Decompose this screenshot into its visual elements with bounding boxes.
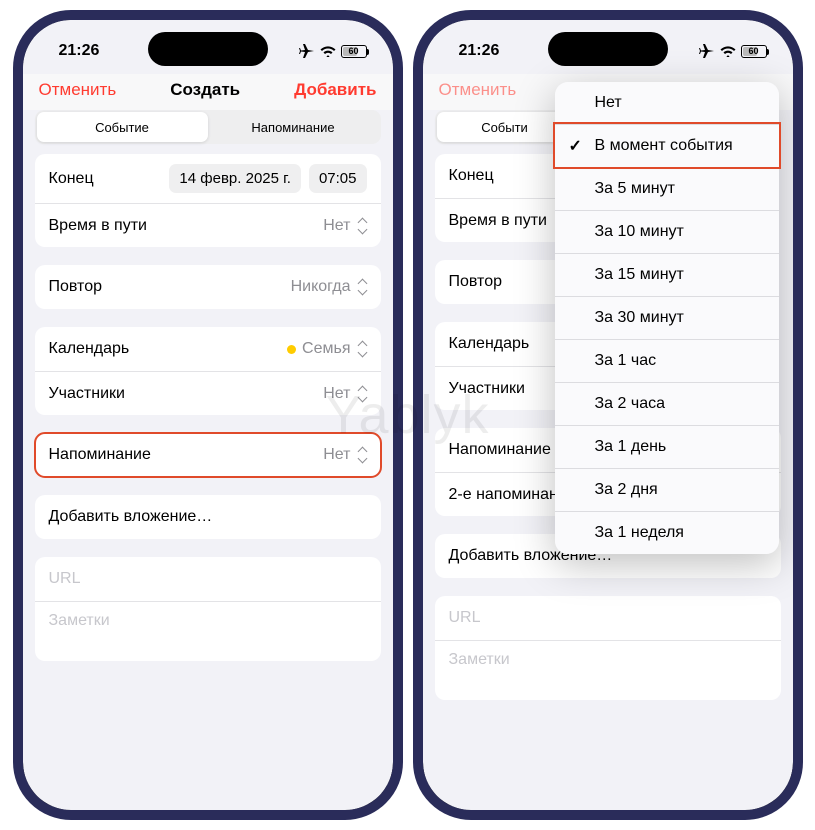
chevron-updown-icon: [357, 448, 367, 462]
chevron-updown-icon: [357, 387, 367, 401]
group-attachment: Добавить вложение…: [35, 495, 381, 539]
chevron-updown-icon: [357, 342, 367, 356]
row-calendar[interactable]: Календарь Семья: [35, 327, 381, 371]
nav-bar: Отменить Создать Добавить: [23, 74, 393, 110]
segmented-control[interactable]: Событи: [435, 110, 575, 144]
row-end[interactable]: Конец 14 февр. 2025 г. 07:05: [35, 154, 381, 203]
alert-option[interactable]: За 1 день: [555, 425, 779, 468]
participants-label: Участники: [49, 385, 125, 403]
alert-option[interactable]: Нет: [555, 82, 779, 124]
segment-event[interactable]: Событие: [37, 112, 208, 142]
battery-icon: 60: [741, 45, 767, 58]
travel-label: Время в пути: [449, 212, 547, 230]
participants-label: Участники: [449, 380, 525, 398]
group-time: Конец 14 февр. 2025 г. 07:05 Время в пут…: [35, 154, 381, 247]
add-button[interactable]: Добавить: [294, 80, 376, 100]
repeat-label: Повтор: [449, 273, 503, 291]
calendar-label: Календарь: [449, 335, 530, 353]
row-repeat[interactable]: Повтор Никогда: [35, 265, 381, 309]
screen-right: 21:26 60 Отменить ь Событи Конец: [423, 20, 793, 810]
row-end[interactable]: Конец: [435, 154, 570, 198]
alert-option[interactable]: За 1 неделя: [555, 511, 779, 554]
group-repeat: Повтор: [435, 260, 570, 304]
status-icons: 60: [299, 43, 367, 59]
wifi-icon: [320, 45, 336, 57]
notes-placeholder: Заметки: [449, 651, 510, 669]
row-url[interactable]: URL: [435, 596, 781, 640]
end-label: Конец: [49, 170, 94, 188]
alert-label: Напоминание: [449, 441, 551, 459]
calendar-label: Календарь: [49, 340, 130, 358]
airplane-icon: [699, 43, 715, 59]
calendar-dot-icon: [287, 345, 296, 354]
alert-option[interactable]: За 2 часа: [555, 382, 779, 425]
wifi-icon: [720, 45, 736, 57]
chevron-updown-icon: [357, 280, 367, 294]
chevron-updown-icon: [357, 219, 367, 233]
row-travel-time[interactable]: Время в пути: [435, 198, 570, 242]
alert-option[interactable]: За 10 минут: [555, 210, 779, 253]
status-bar: 21:26 60: [23, 20, 393, 74]
group-time: Конец Время в пути: [435, 154, 570, 242]
row-travel-time[interactable]: Время в пути Нет: [35, 203, 381, 247]
repeat-value: Никогда: [291, 278, 351, 296]
screen-left: 21:26 60 Отменить Создать Добавить Событ…: [23, 20, 393, 810]
alert-option[interactable]: За 30 минут: [555, 296, 779, 339]
battery-icon: 60: [341, 45, 367, 58]
status-icons: 60: [699, 43, 767, 59]
group-calendar: Календарь Участники: [435, 322, 570, 410]
alert-label: Напоминание: [49, 446, 151, 464]
travel-label: Время в пути: [49, 217, 147, 235]
alert-option[interactable]: За 2 дня: [555, 468, 779, 511]
calendar-value: Семья: [302, 340, 350, 358]
repeat-label: Повтор: [49, 278, 103, 296]
segment-event[interactable]: Событи: [437, 112, 573, 142]
alert-option[interactable]: В момент события: [555, 124, 779, 167]
end-label: Конец: [449, 167, 494, 185]
status-time: 21:26: [59, 42, 100, 60]
url-placeholder: URL: [49, 570, 81, 588]
status-bar: 21:26 60: [423, 20, 793, 74]
phone-left: 21:26 60 Отменить Создать Добавить Событ…: [13, 10, 403, 820]
group-notes: URL Заметки: [435, 596, 781, 700]
alert-option[interactable]: За 5 минут: [555, 167, 779, 210]
group-calendar: Календарь Семья Участники Нет: [35, 327, 381, 415]
row-attachment[interactable]: Добавить вложение…: [35, 495, 381, 539]
attachment-label: Добавить вложение…: [49, 508, 213, 526]
url-placeholder: URL: [449, 609, 481, 627]
form-content: Конец 14 февр. 2025 г. 07:05 Время в пут…: [23, 154, 393, 699]
row-participants[interactable]: Участники: [435, 366, 570, 410]
alert-picker-menu: НетВ момент событияЗа 5 минутЗа 10 минут…: [555, 82, 779, 554]
group-notes: URL Заметки: [35, 557, 381, 661]
alert-value: Нет: [323, 446, 350, 464]
group-alert: Напоминание Нет: [35, 433, 381, 477]
notes-placeholder: Заметки: [49, 612, 110, 630]
alert-option[interactable]: За 1 час: [555, 339, 779, 382]
row-participants[interactable]: Участники Нет: [35, 371, 381, 415]
participants-value: Нет: [323, 385, 350, 403]
status-time: 21:26: [459, 42, 500, 60]
airplane-icon: [299, 43, 315, 59]
end-date-pill[interactable]: 14 февр. 2025 г.: [169, 164, 301, 193]
cancel-button[interactable]: Отменить: [439, 80, 517, 100]
cancel-button[interactable]: Отменить: [39, 80, 117, 100]
row-repeat[interactable]: Повтор: [435, 260, 570, 304]
row-notes[interactable]: Заметки: [435, 640, 781, 700]
row-alert[interactable]: Напоминание Нет: [35, 433, 381, 477]
segment-reminder[interactable]: Напоминание: [208, 112, 379, 142]
nav-title: Создать: [170, 80, 240, 100]
group-repeat: Повтор Никогда: [35, 265, 381, 309]
alert-option[interactable]: За 15 минут: [555, 253, 779, 296]
row-calendar[interactable]: Календарь: [435, 322, 570, 366]
travel-value: Нет: [323, 217, 350, 235]
end-time-pill[interactable]: 07:05: [309, 164, 367, 193]
row-url[interactable]: URL: [35, 557, 381, 601]
phone-right: 21:26 60 Отменить ь Событи Конец: [413, 10, 803, 820]
segmented-control[interactable]: Событие Напоминание: [35, 110, 381, 144]
row-notes[interactable]: Заметки: [35, 601, 381, 661]
